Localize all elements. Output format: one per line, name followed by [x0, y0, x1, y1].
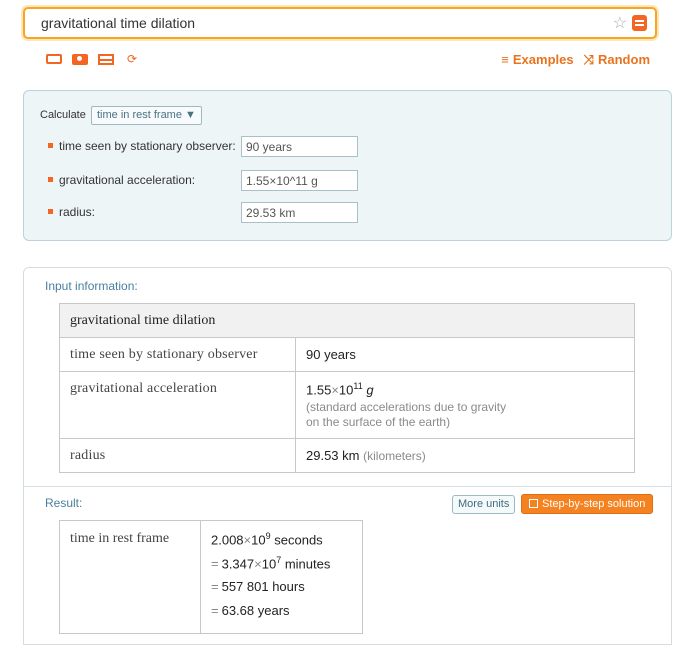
keyboard-icon[interactable] — [46, 54, 62, 64]
top-links: ≡ Examples ⤨ Random — [501, 52, 650, 68]
list-icon: ≡ — [501, 52, 509, 67]
row-label: gravitational acceleration — [59, 370, 296, 440]
search-input[interactable]: gravitational time dilation — [41, 15, 195, 31]
result-line: 2.008×109 seconds — [211, 531, 323, 548]
table-icon[interactable] — [98, 54, 114, 65]
calculate-label: Calculate — [40, 109, 86, 121]
result-table: time in rest frame 2.008×109 seconds = 3.… — [59, 520, 363, 634]
star-icon[interactable]: ☆ — [613, 13, 627, 33]
result-line: = 63.68 years — [211, 603, 290, 618]
acceleration-field[interactable]: 1.55×10^11 g — [241, 170, 358, 191]
table-row: gravitational time dilation — [59, 303, 635, 338]
result-title: Result: — [45, 496, 83, 510]
field-label-radius: radius: — [48, 205, 95, 219]
shuffle-input-icon[interactable]: ⟳ — [124, 52, 140, 66]
row-value: 1.55×1011 g (standard accelerations due … — [295, 370, 635, 440]
row-label: time seen by stationary observer — [59, 337, 296, 372]
calculate-select[interactable]: time in rest frame ▼ — [91, 106, 202, 125]
row-value: 90 years — [295, 337, 635, 372]
submit-icon[interactable] — [632, 15, 647, 31]
radius-field[interactable]: 29.53 km — [241, 202, 358, 223]
result-line: = 3.347×107 minutes — [211, 555, 331, 572]
table-row: time in rest frame 2.008×109 seconds = 3.… — [59, 520, 363, 634]
search-bar[interactable]: gravitational time dilation ☆ — [23, 7, 657, 39]
formula-form: Calculate time in rest frame ▼ time seen… — [23, 90, 672, 241]
table-row: radius 29.53 km (kilometers) — [59, 438, 635, 474]
unit-note: (kilometers) — [363, 449, 426, 464]
field-label-time: time seen by stationary observer: — [48, 139, 236, 153]
field-label-acceleration: gravitational acceleration: — [48, 173, 195, 187]
edit-icon — [529, 499, 538, 508]
examples-link[interactable]: ≡ Examples — [501, 52, 573, 68]
camera-icon[interactable] — [72, 54, 88, 65]
result-line: = 557 801 hours — [211, 579, 305, 594]
input-tools: ⟳ — [46, 52, 140, 66]
table-row: gravitational acceleration 1.55×1011 g (… — [59, 370, 635, 440]
more-units-button[interactable]: More units — [452, 495, 516, 514]
unit-note: (standard accelerations due to gravity on… — [306, 400, 507, 430]
row-value: 29.53 km (kilometers) — [295, 438, 635, 474]
input-info-title: Input information: — [45, 279, 138, 293]
divider — [24, 486, 671, 487]
result-label: time in rest frame — [59, 520, 201, 634]
table-header: gravitational time dilation — [59, 303, 635, 338]
result-values: 2.008×109 seconds = 3.347×107 minutes = 55… — [200, 520, 363, 634]
random-link[interactable]: ⤨ Random — [584, 52, 650, 68]
input-info-table: gravitational time dilation time seen by… — [59, 303, 635, 474]
table-row: time seen by stationary observer 90 year… — [59, 337, 635, 372]
bullet-icon — [48, 209, 53, 215]
shuffle-icon: ⤨ — [583, 52, 594, 67]
step-by-step-button[interactable]: Step-by-step solution — [521, 494, 654, 514]
results-panel: Input information: gravitational time di… — [23, 267, 672, 645]
bullet-icon — [48, 177, 53, 183]
row-label: radius — [59, 438, 296, 474]
time-field[interactable]: 90 years — [241, 136, 358, 157]
bullet-icon — [48, 143, 53, 149]
